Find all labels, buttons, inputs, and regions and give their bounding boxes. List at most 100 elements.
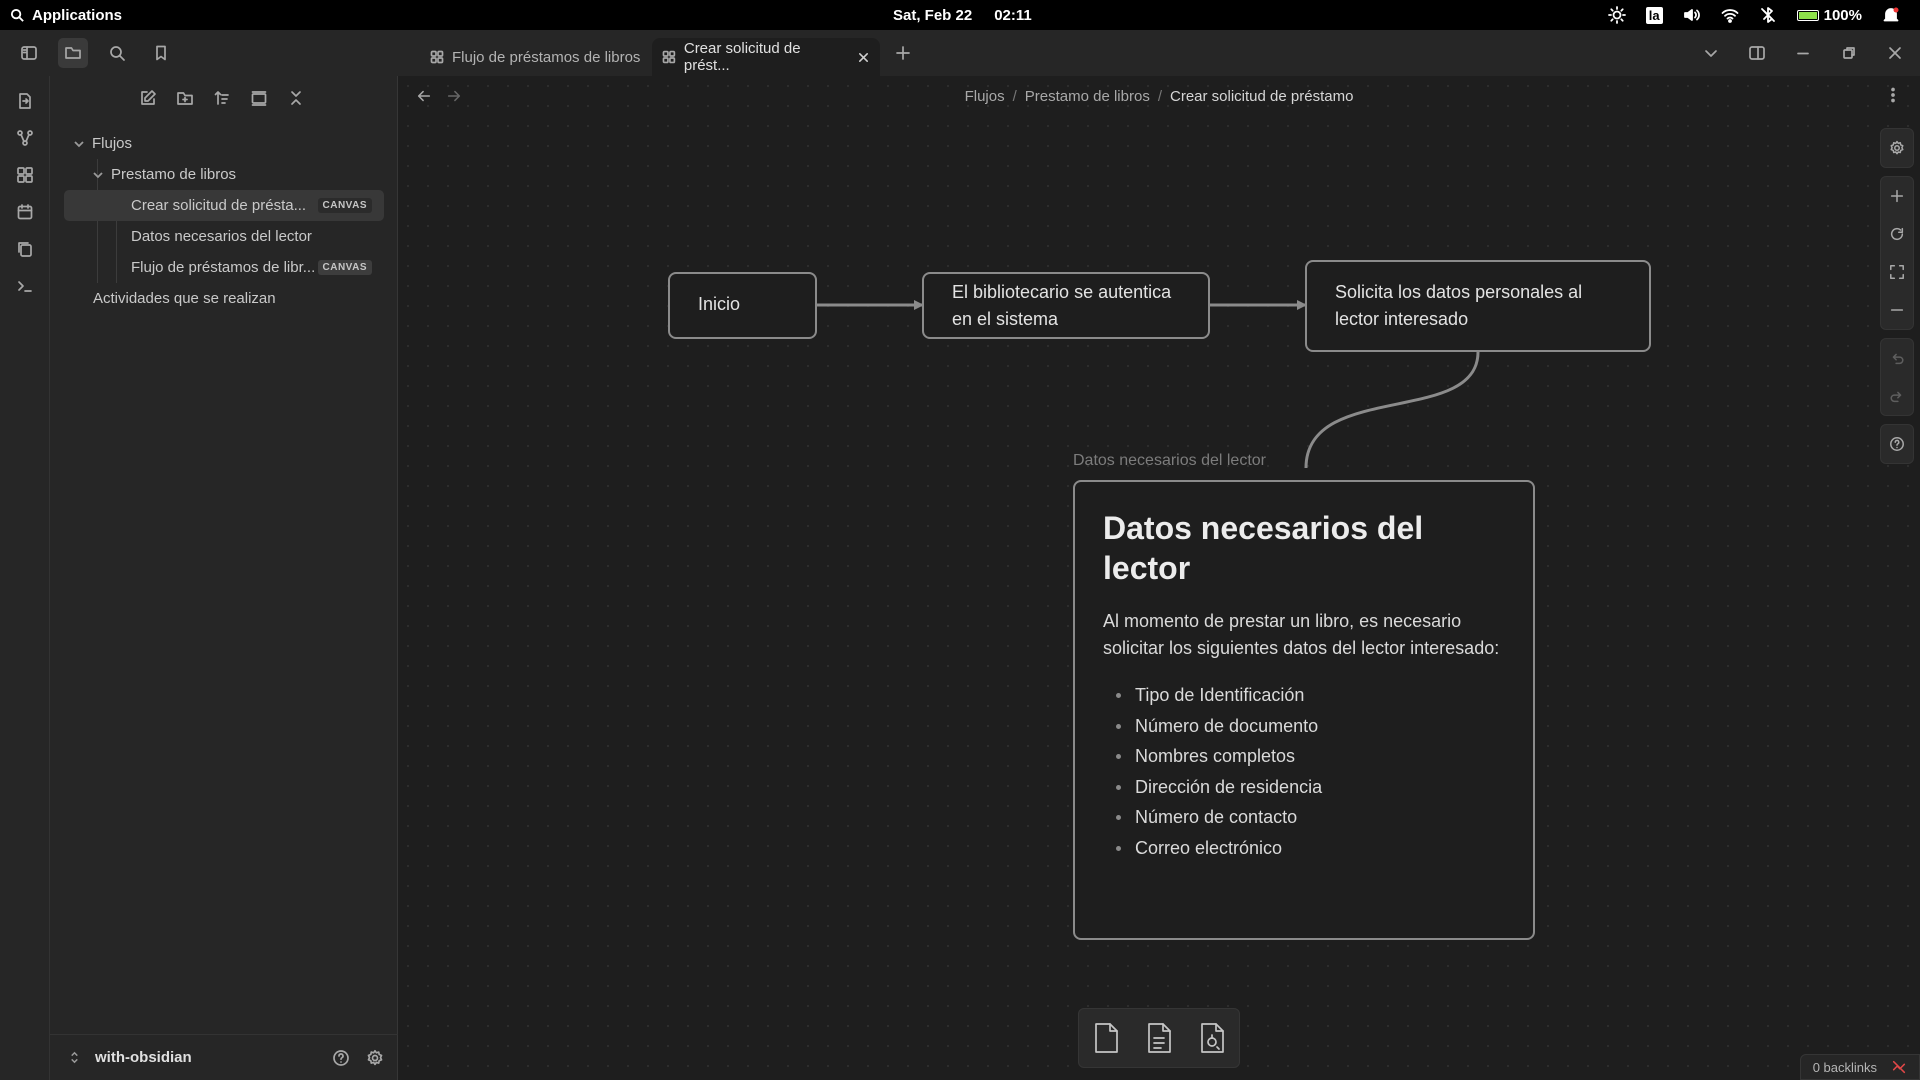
restore-button[interactable] [1834, 38, 1864, 68]
tab-bar: Flujo de préstamos de libros Crear solic… [0, 30, 1920, 76]
date-text: Sat, Feb 22 [893, 6, 973, 24]
zoom-in-icon[interactable] [1880, 177, 1914, 215]
sync-error-icon[interactable] [1891, 1059, 1907, 1075]
canvas-node-datos-lector[interactable]: Datos necesarios del lector Al momento d… [1073, 480, 1535, 940]
zoom-out-icon[interactable] [1880, 291, 1914, 329]
list-item: Correo electrónico [1103, 833, 1505, 864]
edit-icon [140, 89, 156, 105]
clock[interactable]: Sat, Feb 22 02:11 [893, 0, 1032, 30]
close-icon [1889, 47, 1901, 59]
file-explorer-toolbar [136, 86, 307, 109]
canvas-view[interactable]: Flujos / Prestamo de libros / Crear solicitu… [398, 76, 1920, 1080]
canvas-icon [430, 50, 444, 64]
ribbon-quick-switcher[interactable] [0, 82, 50, 119]
undo-icon[interactable] [1880, 339, 1914, 377]
search-icon [10, 8, 24, 22]
canvas-help-icon[interactable] [1880, 425, 1914, 463]
tree-folder-prestamo[interactable]: Prestamo de libros [50, 159, 398, 190]
ribbon-templates[interactable] [0, 230, 50, 267]
backlinks-count[interactable]: 0 backlinks [1813, 1060, 1877, 1075]
tree-file-datos-necesarios[interactable]: Datos necesarios del lector [50, 221, 398, 252]
tree-file-crear-solicitud[interactable]: Crear solicitud de présta... CANVAS [64, 190, 384, 221]
file-switch-icon [19, 92, 31, 109]
toggle-sidebar-button[interactable] [14, 38, 44, 68]
split-panel-icon [1749, 46, 1765, 60]
collapse-all-button[interactable] [284, 86, 307, 109]
zoom-to-fit-icon[interactable] [1880, 253, 1914, 291]
zoom-controls [1880, 176, 1914, 330]
chevron-updown-icon [71, 1051, 78, 1064]
help-icon[interactable] [332, 1049, 350, 1067]
time-text: 02:11 [994, 6, 1032, 24]
calendar-icon [17, 203, 33, 219]
keyboard-language-indicator[interactable]: la [1645, 6, 1663, 24]
canvas-node-request[interactable]: Solicita los datos personales al lector … [1305, 260, 1651, 352]
ribbon-canvas[interactable] [0, 156, 50, 193]
tree-folder-flujos[interactable]: Flujos [50, 128, 398, 159]
canvas-node-auth[interactable]: El bibliotecario se autentica en el sist… [922, 272, 1210, 339]
tree-label: Flujos [92, 135, 133, 152]
tab-label: Flujo de préstamos de libros [452, 48, 641, 66]
plus-icon [896, 46, 910, 60]
search-icon [110, 46, 125, 61]
volume-icon[interactable] [1683, 6, 1701, 24]
close-window-button[interactable] [1880, 38, 1910, 68]
search-button[interactable] [102, 38, 132, 68]
close-tab-icon[interactable] [857, 51, 870, 64]
settings-icon[interactable] [366, 1049, 384, 1067]
graph-icon [17, 129, 33, 146]
ribbon-graph-view[interactable] [0, 119, 50, 156]
new-folder-button[interactable] [173, 86, 196, 109]
doc-paragraph: Al momento de prestar un libro, es neces… [1103, 611, 1500, 658]
restore-icon [1843, 47, 1855, 59]
tab-crear-solicitud[interactable]: Crear solicitud de prést... [652, 38, 880, 76]
applications-label: Applications [32, 6, 123, 24]
vault-switcher[interactable]: with-obsidian [68, 1049, 192, 1066]
reveal-icon [251, 90, 266, 106]
list-item: Nombres completos [1103, 741, 1505, 772]
help-group [1880, 424, 1914, 464]
copy-icon [18, 241, 32, 257]
ribbon-command-palette[interactable] [0, 267, 50, 304]
add-note-icon[interactable] [1144, 1021, 1174, 1055]
edge-request-to-doc[interactable] [1304, 351, 1480, 469]
redo-icon[interactable] [1880, 377, 1914, 415]
bluetooth-off-icon[interactable] [1759, 6, 1777, 24]
list-item: Número de documento [1103, 711, 1505, 742]
toggle-right-sidebar-button[interactable] [1742, 38, 1772, 68]
folder-plus-icon [176, 91, 193, 105]
add-card-icon[interactable] [1091, 1021, 1121, 1055]
sidebar-footer: with-obsidian [50, 1034, 398, 1080]
battery-indicator[interactable]: 100% [1796, 7, 1862, 24]
chevron-down-icon [74, 140, 84, 147]
footer-buttons [332, 1049, 384, 1067]
node-text: El bibliotecario se autentica en el sist… [952, 282, 1172, 329]
chevron-down-icon [93, 171, 103, 178]
applications-menu[interactable]: Applications [10, 0, 122, 30]
list-item: Número de contacto [1103, 802, 1505, 833]
canvas-node-inicio[interactable]: Inicio [668, 272, 817, 339]
reset-zoom-icon[interactable] [1880, 215, 1914, 253]
file-explorer-button[interactable] [58, 38, 88, 68]
bookmarks-button[interactable] [146, 38, 176, 68]
canvas-icon [662, 50, 676, 64]
ribbon-daily-note[interactable] [0, 193, 50, 230]
brightness-icon[interactable] [1607, 6, 1626, 24]
new-note-button[interactable] [136, 86, 159, 109]
sort-button[interactable] [210, 86, 233, 109]
tab-list-button[interactable] [1696, 38, 1726, 68]
canvas-settings-icon[interactable] [1880, 129, 1914, 167]
tree-file-flujo-prestamos[interactable]: Flujo de préstamos de libr... CANVAS [50, 252, 398, 283]
file-explorer-sidebar: Flujos Prestamo de libros Crear solicitu… [50, 76, 398, 1080]
notifications-icon[interactable] [1882, 6, 1900, 24]
list-item: Tipo de Identificación [1103, 680, 1505, 711]
canvas-badge: CANVAS [317, 198, 372, 213]
new-tab-button[interactable] [888, 38, 918, 68]
minimize-button[interactable] [1788, 38, 1818, 68]
tab-flujo-prestamos[interactable]: Flujo de préstamos de libros [420, 38, 650, 76]
wifi-icon[interactable] [1721, 6, 1739, 24]
auto-reveal-button[interactable] [247, 86, 270, 109]
add-media-icon[interactable] [1197, 1021, 1227, 1055]
tree-file-actividades[interactable]: Actividades que se realizan [50, 283, 398, 314]
group-label[interactable]: Datos necesarios del lector [1073, 452, 1266, 470]
